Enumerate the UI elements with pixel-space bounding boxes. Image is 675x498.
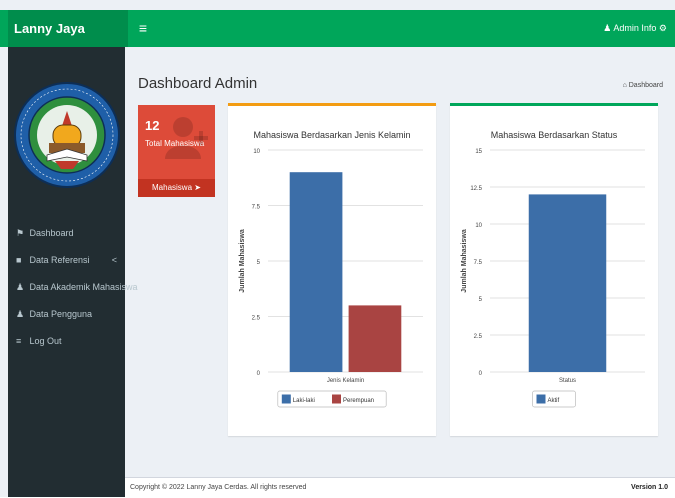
copyright-text: Copyright © 2022 Lanny Jaya Cerdas. All … — [130, 484, 307, 491]
chart-gender: Mahasiswa Berdasarkan Jenis Kelamin 0 2.5 5… — [239, 130, 423, 408]
sidebar-item-data-referensi[interactable]: ■ Data Referensi < — [8, 247, 125, 274]
version-text: Version 1.0 — [631, 484, 668, 491]
y-tick-label: 7.5 — [474, 260, 483, 266]
chart-title: Mahasiswa Berdasarkan Jenis Kelamin — [253, 130, 410, 140]
legend-label: Perempuan — [343, 398, 374, 404]
sidebar-item-data-akademik[interactable]: ♟ Data Akademik Mahasiswa — [8, 274, 138, 301]
sidebar-item-label: Data Akademik Mahasiswa — [29, 282, 138, 292]
sidebar-toggle-button[interactable]: ≡ — [133, 10, 153, 47]
sidebar-item-label: Dashboard — [29, 228, 74, 238]
user-icon: ♟ — [603, 23, 612, 33]
y-tick-label: 5 — [257, 260, 261, 266]
y-tick-label: 0 — [479, 371, 483, 377]
sidebar-item-logout[interactable]: ≡ Log Out — [8, 328, 125, 355]
users-icon: ♟ — [16, 309, 25, 319]
logout-icon: ≡ — [16, 336, 22, 346]
arrow-circle-right-icon: ➤ — [194, 183, 201, 192]
sidebar-item-label: Log Out — [29, 336, 62, 346]
main-content: Dashboard Admin ⌂ Dashboard 12 Total Mah… — [125, 47, 675, 498]
user-plus-icon — [165, 117, 208, 159]
bar-laki-laki — [289, 172, 343, 372]
x-tick-label: Jenis Kelamin — [327, 378, 364, 384]
sidebar-menu: ⚑ Dashboard ■ Data Referensi < ♟ Data Ak… — [8, 220, 138, 355]
sidebar-item-dashboard[interactable]: ⚑ Dashboard — [8, 220, 125, 247]
y-tick-label: 2.5 — [474, 334, 483, 340]
footer: Copyright © 2022 Lanny Jaya Cerdas. All … — [125, 477, 675, 498]
y-axis-label: Jumlah Mahasiswa — [239, 229, 246, 293]
y-tick-label: 10 — [475, 223, 482, 229]
y-tick-label: 12.5 — [470, 186, 482, 192]
chart-title: Mahasiswa Berdasarkan Status — [491, 130, 618, 140]
home-icon: ⌂ — [622, 82, 627, 89]
legend-swatch — [536, 394, 546, 404]
y-tick-label: 15 — [475, 149, 482, 155]
chart-status: Mahasiswa Berdasarkan Status 0 2.5 5 7.5 10 12… — [461, 130, 645, 408]
y-tick-label: 5 — [479, 297, 483, 303]
stat-value: 12 — [145, 118, 160, 133]
gear-icon: ⚙ — [658, 23, 667, 33]
stat-more-info-link[interactable]: Mahasiswa ➤ — [138, 179, 215, 197]
user-name: Admin Info — [613, 23, 657, 33]
legend-swatch — [332, 394, 341, 404]
sidebar: ⚑ Dashboard ■ Data Referensi < ♟ Data Ak… — [8, 47, 138, 497]
hamburger-icon[interactable]: ≡ — [139, 20, 147, 36]
legend-label: Laki-laki — [293, 398, 315, 404]
x-tick-label: Status — [559, 378, 576, 384]
brand-logo-text[interactable]: Lanny Jaya Cerdas — [8, 10, 128, 73]
legend-swatch — [281, 394, 291, 404]
users-icon: ♟ — [16, 282, 25, 292]
stat-box-total-mahasiswa: 12 Total Mahasiswa Mahasiswa ➤ — [138, 105, 215, 197]
chart-box-status: Mahasiswa Berdasarkan Status 0 2.5 5 7.5 10 12… — [450, 103, 658, 436]
y-tick-label: 7.5 — [252, 205, 261, 211]
stat-link-label: Mahasiswa — [152, 183, 193, 192]
bar-aktif — [528, 194, 607, 372]
dashboard-icon: ⚑ — [16, 228, 25, 238]
user-menu[interactable]: ♟ Admin Info ⚙ — [603, 10, 667, 47]
y-axis-label: Jumlah Mahasiswa — [461, 229, 468, 293]
seal-icon — [13, 82, 120, 188]
y-tick-label: 2.5 — [252, 316, 261, 322]
bar-perempuan — [348, 305, 402, 372]
sidebar-item-label: Data Referensi — [29, 255, 90, 265]
institution-seal-logo — [8, 55, 125, 215]
folder-icon: ■ — [16, 255, 22, 265]
chart-box-gender: Mahasiswa Berdasarkan Jenis Kelamin 0 2.5 5… — [228, 103, 436, 436]
page: Lanny Jaya Cerdas ≡ ♟ Admin Info ⚙ ⚑ — [0, 0, 675, 498]
breadcrumb-label: Dashboard — [628, 82, 663, 89]
sidebar-item-data-pengguna[interactable]: ♟ Data Pengguna — [8, 301, 125, 328]
chevron-left-icon: < — [111, 255, 117, 265]
legend-label: Aktif — [548, 398, 560, 404]
y-tick-label: 10 — [253, 149, 260, 155]
y-tick-label: 0 — [257, 371, 261, 377]
sidebar-item-label: Data Pengguna — [29, 309, 93, 319]
page-title: Dashboard Admin — [138, 75, 258, 92]
breadcrumb[interactable]: ⌂ Dashboard — [623, 82, 663, 89]
